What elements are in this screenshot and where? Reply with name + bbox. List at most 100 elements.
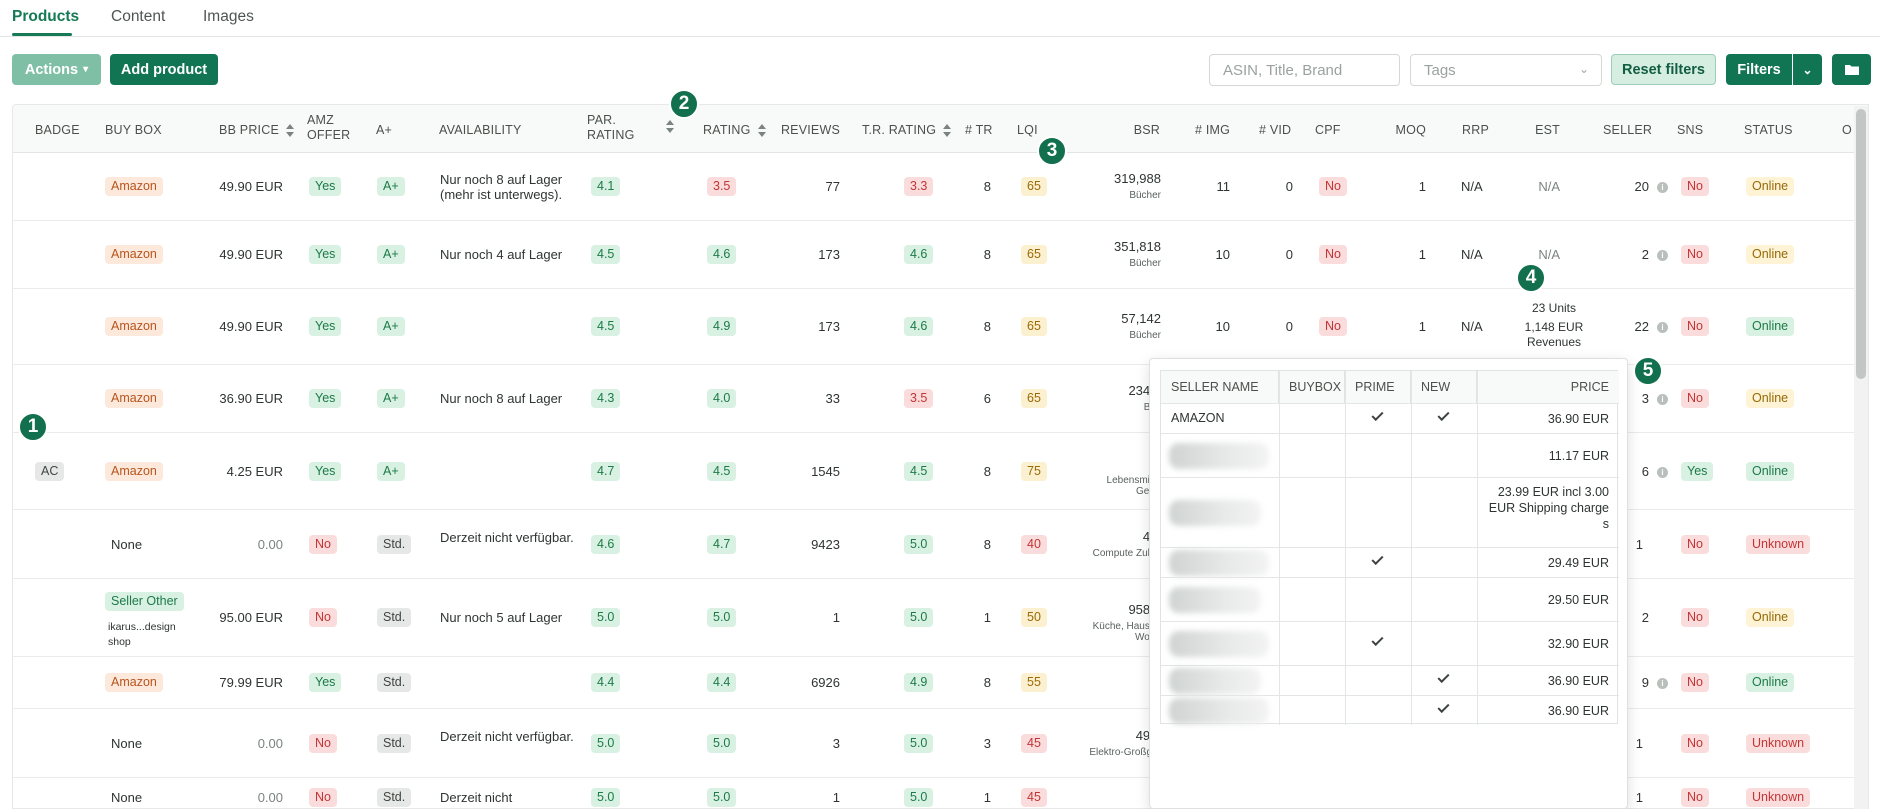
folder-button[interactable] xyxy=(1832,54,1871,85)
aplus-badge-cell: Std. xyxy=(377,608,412,627)
availability-text: Nur noch 8 auf Lager (mehr ist unterwegs… xyxy=(440,172,563,202)
aplus-badge-cell: A+ xyxy=(377,317,405,336)
column-header-par-rating[interactable]: PAR. RATING xyxy=(587,113,634,143)
seller-count-cell[interactable]: 20 i xyxy=(1588,179,1668,194)
amz-offer-badge: Yes xyxy=(309,461,342,481)
column-header-status[interactable]: STATUS xyxy=(1744,123,1793,138)
tab-content[interactable]: Content xyxy=(111,8,165,26)
column-header-cpf[interactable]: CPF xyxy=(1315,123,1341,138)
filters-dropdown-button[interactable]: ⌄ xyxy=(1793,54,1822,85)
info-icon[interactable]: i xyxy=(1657,394,1668,405)
seller-count-cell[interactable]: 2i xyxy=(1588,247,1668,262)
rrp-value: N/A xyxy=(1461,319,1483,334)
column-header-buy-box[interactable]: BUY BOX xyxy=(105,123,162,138)
column-header-lqi[interactable]: LQI xyxy=(1017,123,1038,138)
column-header-o[interactable]: O xyxy=(1842,123,1852,138)
scrollbar-thumb[interactable] xyxy=(1856,109,1866,379)
column-header-amz-offer[interactable]: AMZ OFFER xyxy=(307,113,353,143)
tr-rating-badge-cell: 3.5 xyxy=(904,389,934,408)
status-badge: Unknown xyxy=(1746,788,1811,807)
moq-value: 1 xyxy=(1418,247,1426,262)
column-header-img[interactable]: # IMG xyxy=(1195,123,1230,138)
column-header-availability[interactable]: AVAILABILITY xyxy=(439,123,522,138)
filters-button[interactable]: Filters xyxy=(1726,54,1792,85)
seller-count: 2 xyxy=(1641,247,1649,262)
aplus-badge: Std. xyxy=(377,608,412,627)
column-header-bb-price[interactable]: BB PRICE xyxy=(215,123,295,138)
column-header-sns[interactable]: SNS xyxy=(1677,123,1703,138)
sort-icon[interactable] xyxy=(286,124,295,138)
reset-filters-label: Reset filters xyxy=(1621,61,1705,78)
column-header-vid[interactable]: # VID xyxy=(1259,123,1291,138)
add-product-button[interactable]: Add product xyxy=(110,54,218,85)
rating-badge-cell: 4.7 xyxy=(707,534,737,554)
sort-icon[interactable] xyxy=(757,124,767,138)
search-input[interactable]: ASIN, Title, Brand xyxy=(1209,54,1400,86)
vertical-scrollbar[interactable] xyxy=(1854,106,1868,809)
column-header-label: BB PRICE xyxy=(219,123,279,137)
tr-rating-badge: 3.3 xyxy=(904,177,934,196)
cpf-badge: No xyxy=(1319,317,1347,336)
step-marker-4: 4 xyxy=(1516,263,1546,293)
reset-filters-button[interactable]: Reset filters xyxy=(1611,54,1716,85)
par-rating-badge-cell: 4.4 xyxy=(591,673,621,692)
actions-button[interactable]: Actions ▾ xyxy=(12,54,101,85)
column-header-seller[interactable]: SELLER xyxy=(1603,123,1652,138)
sort-icon[interactable] xyxy=(943,124,952,138)
bsr-category: Bücher xyxy=(1129,190,1161,201)
column-header-rrp[interactable]: RRP xyxy=(1462,123,1489,138)
aplus-badge: Std. xyxy=(377,534,412,554)
table-row[interactable]: Amazon 49.90 EUR Yes A+ Nur noch 8 auf Lager… xyxy=(13,153,1868,221)
info-icon[interactable]: i xyxy=(1657,466,1668,478)
par-rating-badge-cell: 4.1 xyxy=(591,177,621,196)
active-tab-indicator xyxy=(12,33,72,36)
buybox-badge-cell: Amazon xyxy=(105,389,163,408)
table-row[interactable]: Amazon 49.90 EUR Yes A+ Nur noch 4 auf Lager… xyxy=(13,221,1868,289)
rating-badge: 4.0 xyxy=(707,389,737,408)
seller-count: 22 xyxy=(1634,319,1649,334)
filters-label: Filters xyxy=(1737,61,1781,78)
buybox-badge-cell: Amazon xyxy=(105,177,163,196)
chevron-down-icon: ▾ xyxy=(83,64,89,75)
column-header-t-r-rating[interactable]: T.R. RATING xyxy=(862,123,952,138)
info-icon[interactable]: i xyxy=(1657,250,1668,261)
reviews-count: 3 xyxy=(832,735,840,751)
sns-badge: No xyxy=(1681,733,1709,753)
column-header-a[interactable]: A+ xyxy=(376,123,392,138)
info-icon[interactable]: i xyxy=(1657,182,1668,193)
status-badge-cell: Unknown xyxy=(1746,534,1811,554)
column-header-label: AMZ OFFER xyxy=(307,113,351,142)
tab-products[interactable]: Products xyxy=(12,8,79,26)
info-icon[interactable]: i xyxy=(1657,678,1668,689)
sort-par-rating-button[interactable] xyxy=(659,119,675,134)
bb-price: 0.00 xyxy=(257,790,283,805)
tr-count: 8 xyxy=(983,319,991,334)
column-header-reviews[interactable]: REVIEWS xyxy=(780,123,840,138)
par-rating-badge: 4.5 xyxy=(591,245,621,264)
aplus-badge-cell: A+ xyxy=(377,461,405,481)
column-header-rating[interactable]: RATING xyxy=(703,123,767,138)
redacted-seller-name xyxy=(1169,587,1261,613)
sort-icon[interactable] xyxy=(666,120,675,134)
tags-select[interactable]: Tags ⌄ xyxy=(1410,54,1602,86)
seller-count: 1 xyxy=(1635,790,1643,805)
redacted-seller-name xyxy=(1169,443,1269,469)
column-header-badge[interactable]: BADGE xyxy=(35,123,80,138)
status-badge-cell: Unknown xyxy=(1746,788,1811,807)
badge-label-cell: AC xyxy=(35,461,65,481)
tags-placeholder: Tags xyxy=(1424,61,1456,79)
tab-images[interactable]: Images xyxy=(203,8,254,26)
seller-name: AMAZON xyxy=(1171,411,1225,425)
seller-count-cell[interactable]: 22 i xyxy=(1588,319,1668,334)
bb-price: 95.00 EUR xyxy=(219,610,283,625)
table-row[interactable]: Amazon 49.90 EUR Yes A+ 4.5 4.9 173 4.6 8 65 57,14… xyxy=(13,289,1868,365)
column-header-bsr[interactable]: BSR xyxy=(1110,123,1160,138)
aplus-badge-cell: A+ xyxy=(377,389,405,408)
column-header-tr[interactable]: # TR xyxy=(965,123,993,138)
info-icon[interactable]: i xyxy=(1657,322,1668,333)
amz-offer-badge-cell: No xyxy=(309,534,337,554)
bb-price: 0.00 xyxy=(257,735,283,751)
column-header-est[interactable]: EST xyxy=(1520,123,1560,138)
column-header-moq[interactable]: MOQ xyxy=(1386,123,1426,138)
rating-badge-cell: 5.0 xyxy=(707,608,737,627)
